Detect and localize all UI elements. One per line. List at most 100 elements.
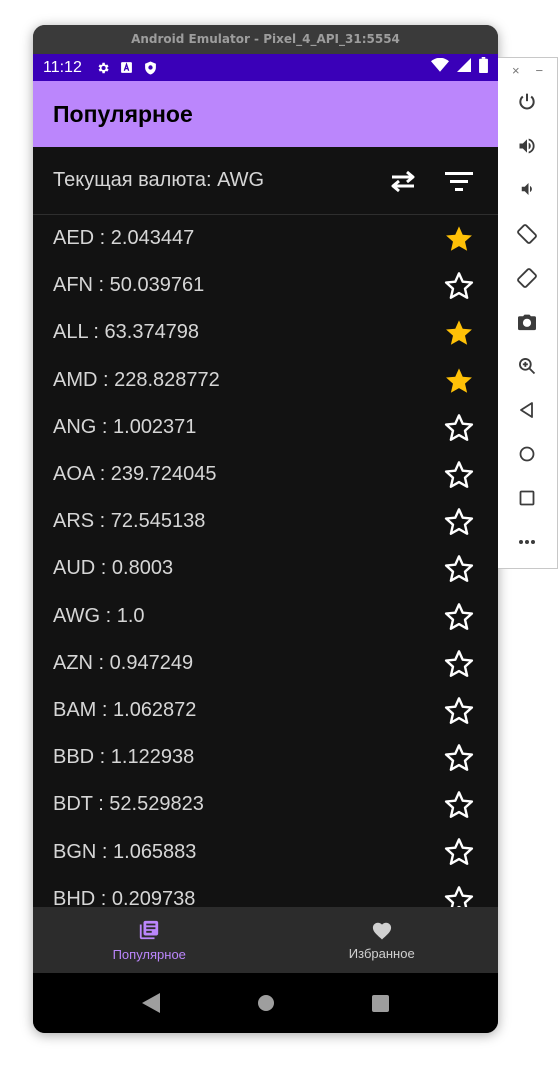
list-item: ANG : 1.002371 <box>33 404 498 451</box>
favorite-star-button[interactable] <box>441 269 477 303</box>
rotate-right-button[interactable] <box>513 264 541 292</box>
swap-arrows-icon <box>391 170 415 193</box>
favorite-star-filled-button[interactable] <box>441 364 477 398</box>
library-books-icon <box>140 920 159 939</box>
font-a-icon <box>120 61 134 75</box>
back-triangle-icon <box>141 993 160 1013</box>
rate-text: BAM : 1.062872 <box>53 698 197 721</box>
rate-text: BBD : 1.122938 <box>53 746 195 769</box>
star-outline-icon <box>444 555 474 583</box>
current-currency-row: Текущая валюта: AWG <box>33 147 498 215</box>
system-recents-button[interactable] <box>369 991 393 1015</box>
system-navigation-bar <box>33 973 498 1033</box>
rate-text: ANG : 1.002371 <box>53 415 197 438</box>
favorite-star-button[interactable] <box>441 458 477 492</box>
star-filled-icon <box>446 320 472 346</box>
window-title: Android Emulator - Pixel_4_API_31:5554 <box>33 25 498 54</box>
list-item: AOA : 239.724045 <box>33 451 498 498</box>
status-right-icons <box>431 57 488 78</box>
side-back-button[interactable] <box>513 396 541 424</box>
rotate-left-button[interactable] <box>513 220 541 248</box>
favorite-star-filled-button[interactable] <box>441 316 477 350</box>
side-home-button[interactable] <box>513 440 541 468</box>
favorite-star-button[interactable] <box>441 411 477 445</box>
favorite-star-button[interactable] <box>441 788 477 822</box>
nav-popular-label: Популярное <box>112 946 186 962</box>
wifi-icon <box>431 57 449 77</box>
favorite-star-button[interactable] <box>441 694 477 728</box>
star-outline-icon <box>444 838 474 866</box>
status-bar: 11:12 <box>33 54 498 81</box>
more-dots-icon <box>519 540 535 544</box>
favorite-star-button[interactable] <box>441 505 477 539</box>
favorite-star-filled-button[interactable] <box>441 222 477 256</box>
rotate-left-icon <box>517 224 537 244</box>
overview-icon <box>519 490 535 506</box>
bottom-navigation: Популярное Избранное <box>33 907 498 973</box>
power-icon <box>519 93 535 110</box>
list-item: AZN : 0.947249 <box>33 640 498 687</box>
filter-sort-button[interactable] <box>441 163 477 199</box>
list-item: ALL : 63.374798 <box>33 309 498 356</box>
heart-icon <box>372 922 391 939</box>
close-icon[interactable]: × <box>512 63 520 78</box>
favorite-star-button[interactable] <box>441 741 477 775</box>
favorite-star-button[interactable] <box>441 835 477 869</box>
favorite-star-button[interactable] <box>441 552 477 586</box>
page-title: Популярное <box>53 100 193 127</box>
home-icon <box>519 446 535 462</box>
power-button[interactable] <box>513 88 541 116</box>
list-item: ARS : 72.545138 <box>33 498 498 545</box>
volume-down-icon <box>521 183 532 195</box>
rate-text: BHD : 0.209738 <box>53 887 196 907</box>
current-currency-label: Текущая валюта: AWG <box>53 169 265 191</box>
volume-down-button[interactable] <box>513 175 541 203</box>
list-item: AUD : 0.8003 <box>33 545 498 592</box>
star-outline-icon <box>444 508 474 536</box>
system-home-button[interactable] <box>254 991 278 1015</box>
favorite-star-button[interactable] <box>441 883 477 907</box>
swap-currency-button[interactable] <box>385 163 421 199</box>
system-back-button[interactable] <box>139 991 163 1015</box>
rates-list: AED : 2.043447 AFN : 50.039761 ALL : 63.37… <box>33 215 498 907</box>
page: Android Emulator - Pixel_4_API_31:5554 1… <box>0 0 558 1074</box>
shield-icon <box>144 61 158 75</box>
favorite-star-button[interactable] <box>441 600 477 634</box>
star-filled-icon <box>446 367 472 393</box>
list-item: BHD : 0.209738 <box>33 876 498 907</box>
star-outline-icon <box>444 791 474 819</box>
list-item: BDT : 52.529823 <box>33 781 498 828</box>
rate-text: AWG : 1.0 <box>53 604 145 627</box>
star-outline-icon <box>444 697 474 724</box>
rate-text: BGN : 1.065883 <box>53 840 197 863</box>
minimize-icon[interactable]: − <box>535 63 543 78</box>
star-filled-icon <box>446 226 472 251</box>
more-options-button[interactable] <box>513 528 541 556</box>
star-outline-icon <box>444 744 474 771</box>
back-icon <box>520 402 533 418</box>
zoom-button[interactable] <box>513 352 541 380</box>
list-item: BGN : 1.065883 <box>33 828 498 875</box>
list-item: AMD : 228.828772 <box>33 357 498 404</box>
screenshot-button[interactable] <box>513 308 541 336</box>
app-bar: Популярное <box>33 81 498 147</box>
nav-popular[interactable]: Популярное <box>33 907 266 973</box>
star-outline-icon <box>444 649 474 677</box>
favorite-star-button[interactable] <box>441 647 477 681</box>
side-overview-button[interactable] <box>513 484 541 512</box>
status-time: 11:12 <box>43 58 82 76</box>
list-item: AWG : 1.0 <box>33 593 498 640</box>
recents-square-icon <box>372 994 389 1012</box>
list-item: BAM : 1.062872 <box>33 687 498 734</box>
emulator-window: Android Emulator - Pixel_4_API_31:5554 1… <box>33 25 498 1033</box>
nav-favorites[interactable]: Избранное <box>266 907 499 973</box>
signal-icon <box>457 58 471 77</box>
rate-text: AZN : 0.947249 <box>53 651 194 674</box>
emulator-side-toolbar: × − <box>498 57 558 569</box>
rate-text: ARS : 72.545138 <box>53 510 206 533</box>
volume-up-button[interactable] <box>513 132 541 160</box>
home-circle-icon <box>257 995 274 1011</box>
rate-text: BDT : 52.529823 <box>53 793 204 816</box>
rate-text: ALL : 63.374798 <box>53 321 200 344</box>
zoom-in-icon <box>519 358 536 375</box>
